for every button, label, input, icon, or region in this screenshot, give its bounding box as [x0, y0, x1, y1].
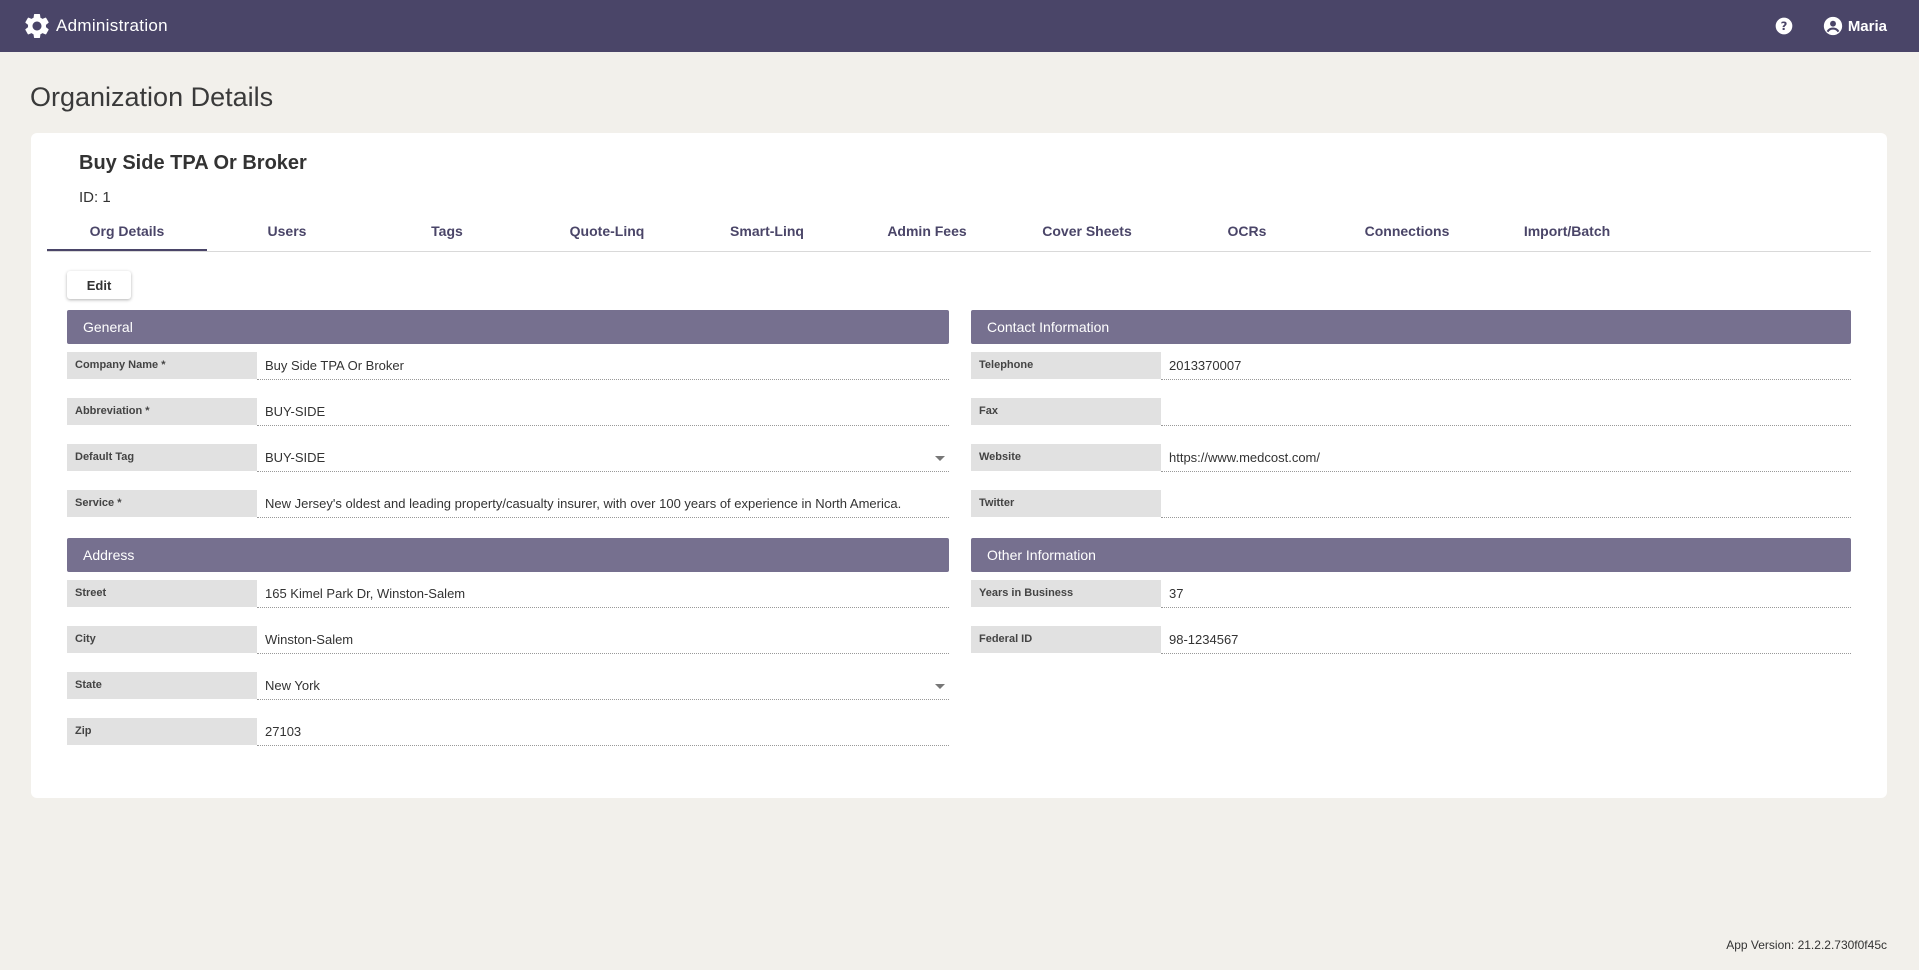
city-label: City — [67, 626, 257, 653]
svg-text:?: ? — [1780, 19, 1787, 33]
account-circle-icon — [1823, 16, 1842, 36]
page-title: Organization Details — [30, 82, 274, 112]
website-label: Website — [971, 444, 1161, 471]
address-section: Address Street 165 Kimel Park Dr, Winsto… — [67, 538, 949, 756]
tab-cover-sheets[interactable]: Cover Sheets — [1007, 211, 1167, 251]
default-tag-value: BUY-SIDE — [265, 450, 326, 465]
general-section: General Company Name * Buy Side TPA Or B… — [67, 310, 949, 528]
telephone-label: Telephone — [971, 352, 1161, 379]
abbreviation-label: Abbreviation * — [67, 398, 257, 425]
company-name-row: Company Name * Buy Side TPA Or Broker — [67, 344, 949, 390]
org-id: ID: 1 — [79, 189, 111, 206]
street-field[interactable]: 165 Kimel Park Dr, Winston-Salem — [257, 580, 949, 608]
tab-import-batch[interactable]: Import/Batch — [1487, 211, 1647, 251]
app-version: App Version: 21.2.2.730f0f45c — [1726, 938, 1887, 952]
org-id-label: ID: — [79, 189, 99, 206]
street-label: Street — [67, 580, 257, 607]
website-row: Website https://www.medcost.com/ — [971, 436, 1851, 482]
general-section-header: General — [67, 310, 949, 344]
org-id-value: 1 — [102, 189, 111, 206]
years-in-business-row: Years in Business 37 — [971, 572, 1851, 618]
org-name: Buy Side TPA Or Broker — [79, 152, 307, 174]
service-label: Service * — [67, 490, 257, 517]
contact-section-header: Contact Information — [971, 310, 1851, 344]
city-row: City Winston-Salem — [67, 618, 949, 664]
tab-users[interactable]: Users — [207, 211, 367, 251]
zip-field[interactable]: 27103 — [257, 718, 949, 746]
city-field[interactable]: Winston-Salem — [257, 626, 949, 654]
website-field[interactable]: https://www.medcost.com/ — [1161, 444, 1851, 472]
default-tag-select[interactable]: BUY-SIDE — [257, 444, 949, 472]
edit-button[interactable]: Edit — [67, 271, 131, 299]
tab-tags[interactable]: Tags — [367, 211, 527, 251]
service-field[interactable]: New Jersey's oldest and leading property… — [257, 490, 949, 518]
years-in-business-label: Years in Business — [971, 580, 1161, 607]
other-info-section-header: Other Information — [971, 538, 1851, 572]
fax-field[interactable] — [1161, 398, 1851, 426]
state-label: State — [67, 672, 257, 699]
other-info-section: Other Information Years in Business 37 F… — [971, 538, 1851, 664]
tab-smart-linq[interactable]: Smart-Linq — [687, 211, 847, 251]
twitter-row: Twitter — [971, 482, 1851, 528]
tab-bar: Org Details Users Tags Quote-Linq Smart-… — [47, 211, 1871, 252]
tab-quote-linq[interactable]: Quote-Linq — [527, 211, 687, 251]
fax-row: Fax — [971, 390, 1851, 436]
state-row: State New York — [67, 664, 949, 710]
fax-label: Fax — [971, 398, 1161, 425]
twitter-field[interactable] — [1161, 490, 1851, 518]
tab-admin-fees[interactable]: Admin Fees — [847, 211, 1007, 251]
top-bar-actions: ? Maria — [1774, 0, 1887, 52]
user-menu[interactable]: Maria — [1822, 15, 1887, 37]
app-title: Administration — [56, 16, 168, 35]
org-details-card: Buy Side TPA Or Broker ID: 1 Org Details… — [31, 133, 1887, 798]
chevron-down-icon — [935, 684, 945, 689]
service-row: Service * New Jersey's oldest and leadin… — [67, 482, 949, 528]
tab-org-details[interactable]: Org Details — [47, 211, 207, 251]
years-in-business-field[interactable]: 37 — [1161, 580, 1851, 608]
top-app-bar: Administration ? Maria — [0, 0, 1919, 52]
default-tag-label: Default Tag — [67, 444, 257, 471]
zip-row: Zip 27103 — [67, 710, 949, 756]
state-value: New York — [265, 678, 320, 693]
default-tag-row: Default Tag BUY-SIDE — [67, 436, 949, 482]
federal-id-label: Federal ID — [971, 626, 1161, 653]
tab-ocrs[interactable]: OCRs — [1167, 211, 1327, 251]
user-name: Maria — [1847, 17, 1887, 35]
telephone-field[interactable]: 2013370007 — [1161, 352, 1851, 380]
company-name-field[interactable]: Buy Side TPA Or Broker — [257, 352, 949, 380]
twitter-label: Twitter — [971, 490, 1161, 517]
tab-connections[interactable]: Connections — [1327, 211, 1487, 251]
company-name-label: Company Name * — [67, 352, 257, 379]
state-select[interactable]: New York — [257, 672, 949, 700]
zip-label: Zip — [67, 718, 257, 745]
federal-id-row: Federal ID 98-1234567 — [971, 618, 1851, 664]
chevron-down-icon — [935, 456, 945, 461]
telephone-row: Telephone 2013370007 — [971, 344, 1851, 390]
gear-icon — [25, 13, 49, 38]
federal-id-field[interactable]: 98-1234567 — [1161, 626, 1851, 654]
street-row: Street 165 Kimel Park Dr, Winston-Salem — [67, 572, 949, 618]
address-section-header: Address — [67, 538, 949, 572]
brand[interactable]: Administration — [22, 11, 168, 41]
abbreviation-row: Abbreviation * BUY-SIDE — [67, 390, 949, 436]
contact-section: Contact Information Telephone 2013370007… — [971, 310, 1851, 528]
help-icon[interactable]: ? — [1774, 16, 1794, 36]
abbreviation-field[interactable]: BUY-SIDE — [257, 398, 949, 426]
